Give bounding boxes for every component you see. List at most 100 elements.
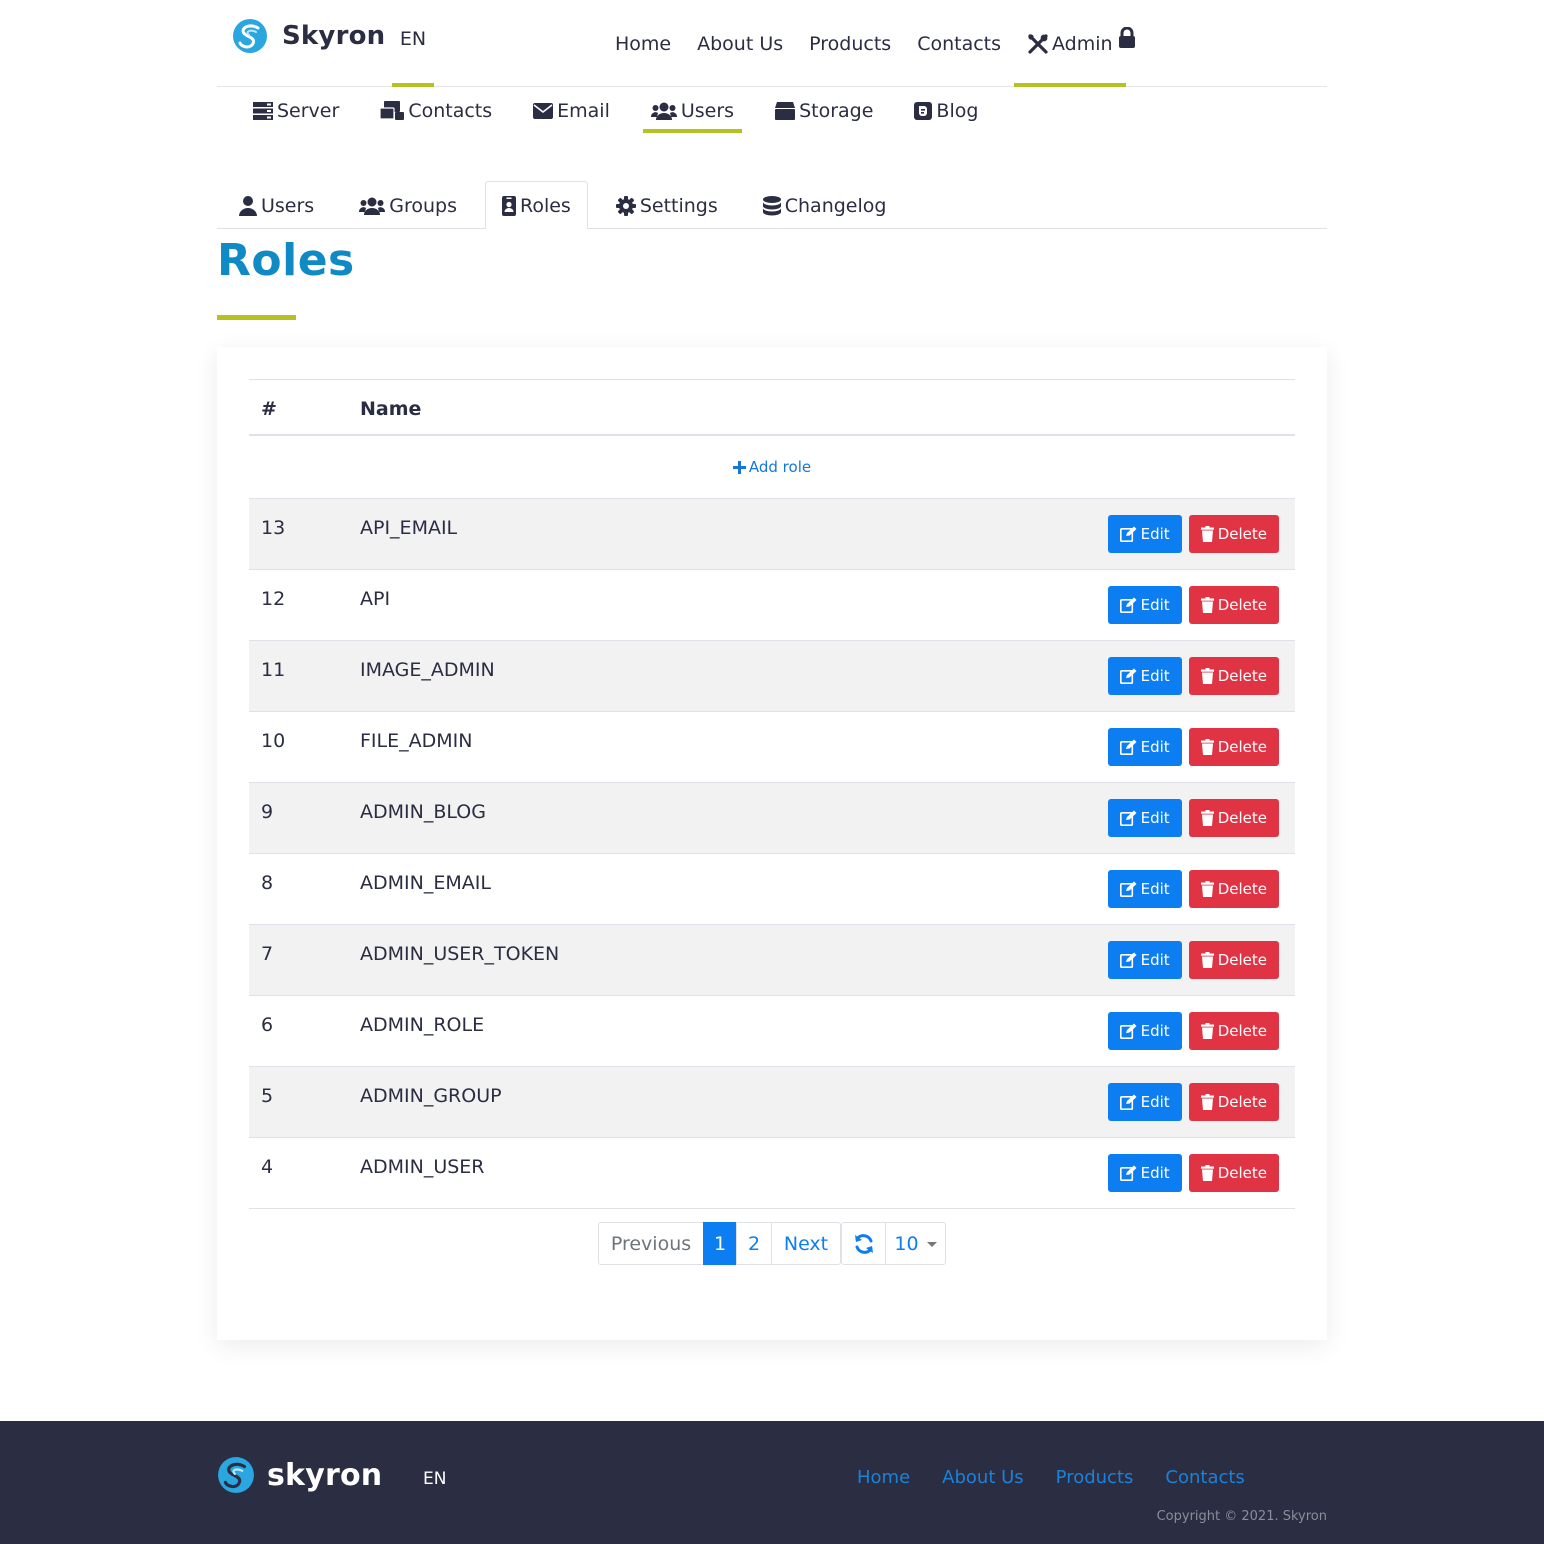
user-icon [239, 195, 257, 216]
tab-roles-label: Roles [519, 194, 571, 217]
nav-products-label: Products [809, 32, 892, 55]
subnav-storage[interactable]: Storage [767, 88, 881, 133]
nav-admin-label: Admin [1052, 32, 1113, 55]
brand-logo[interactable]: Skyron [232, 18, 385, 54]
subnav-contacts[interactable]: Contacts [372, 88, 500, 133]
delete-button[interactable]: Delete [1188, 870, 1279, 908]
role-name: ADMIN_USER [360, 1156, 485, 1178]
table-row: 8 ADMIN_EMAIL Edit Delete [249, 854, 1295, 925]
edit-button[interactable]: Edit [1107, 1083, 1182, 1121]
refresh-button[interactable] [841, 1222, 886, 1265]
edit-button[interactable]: Edit [1107, 799, 1182, 837]
delete-button[interactable]: Delete [1188, 1012, 1279, 1050]
trash-icon [1200, 1165, 1214, 1181]
subnav-users[interactable]: Users [642, 88, 743, 133]
trash-icon [1200, 810, 1214, 826]
delete-button[interactable]: Delete [1188, 1154, 1279, 1192]
subnav-blog[interactable]: Blog [906, 88, 986, 133]
tab-settings[interactable]: Settings [599, 181, 735, 229]
nav-contacts[interactable]: Contacts [904, 0, 1014, 87]
role-name: ADMIN_GROUP [360, 1085, 502, 1107]
subnav-contacts-label: Contacts [408, 99, 493, 122]
edit-button-label: Edit [1140, 596, 1170, 614]
skyron-logo-icon [233, 19, 267, 53]
role-id: 10 [261, 730, 286, 752]
tab-users[interactable]: Users [222, 181, 331, 229]
footer-link-home[interactable]: Home [857, 1467, 910, 1488]
footer-language[interactable]: EN [423, 1469, 446, 1489]
users-icon [359, 197, 386, 215]
trash-icon [1200, 1023, 1214, 1039]
caret-down-icon [926, 1242, 937, 1247]
roles-card: # Name Add role 13 API_EMAIL Edit Delete 12 A… [217, 347, 1327, 1340]
edit-button[interactable]: Edit [1107, 586, 1182, 624]
edit-button[interactable]: Edit [1107, 728, 1182, 766]
footer: skyron EN Home About Us Products Contact… [0, 1421, 1544, 1544]
row-actions: Edit Delete [1107, 941, 1279, 979]
nav-admin[interactable]: Admin [1014, 0, 1126, 87]
refresh-icon [854, 1233, 873, 1254]
tab-changelog-label: Changelog [784, 194, 887, 217]
edit-button-label: Edit [1140, 1093, 1170, 1111]
archive-icon [775, 101, 796, 120]
nav-about-label: About Us [697, 32, 784, 55]
footer-link-products[interactable]: Products [1056, 1467, 1134, 1488]
column-header-name[interactable]: Name [360, 398, 421, 420]
users-tabs: Users Groups Roles Settings Changelog [217, 181, 1327, 229]
edit-button[interactable]: Edit [1107, 515, 1182, 553]
delete-button[interactable]: Delete [1188, 799, 1279, 837]
lock-icon[interactable] [1117, 27, 1137, 49]
delete-button-label: Delete [1217, 667, 1267, 685]
add-role-link[interactable]: Add role [732, 458, 812, 476]
edit-button[interactable]: Edit [1107, 1012, 1182, 1050]
edit-button[interactable]: Edit [1107, 657, 1182, 695]
footer-brand-name: skyron [267, 1457, 383, 1493]
edit-icon [1119, 1094, 1137, 1110]
delete-button-label: Delete [1217, 1022, 1267, 1040]
pagination-next[interactable]: Next [771, 1222, 841, 1265]
trash-icon [1200, 739, 1214, 755]
blog-icon [914, 101, 933, 120]
footer-link-about-us[interactable]: About Us [942, 1467, 1024, 1488]
table-row: 5 ADMIN_GROUP Edit Delete [249, 1067, 1295, 1138]
id-badge-icon [501, 195, 516, 216]
subnav-blog-label: Blog [936, 99, 979, 122]
delete-button[interactable]: Delete [1188, 728, 1279, 766]
pagination-page-2[interactable]: 2 [736, 1222, 772, 1265]
edit-button[interactable]: Edit [1107, 941, 1182, 979]
tab-changelog[interactable]: Changelog [746, 181, 904, 229]
trash-icon [1200, 526, 1214, 542]
edit-button-label: Edit [1140, 880, 1170, 898]
table-row: 7 ADMIN_USER_TOKEN Edit Delete [249, 925, 1295, 996]
role-id: 8 [261, 872, 274, 894]
edit-button[interactable]: Edit [1107, 870, 1182, 908]
delete-button[interactable]: Delete [1188, 586, 1279, 624]
nav-products[interactable]: Products [796, 0, 904, 87]
subnav-server[interactable]: Server [245, 88, 347, 133]
page-size-dropdown[interactable]: 10 [885, 1222, 946, 1265]
edit-button-label: Edit [1140, 1022, 1170, 1040]
delete-button[interactable]: Delete [1188, 1083, 1279, 1121]
role-id: 4 [261, 1156, 274, 1178]
delete-button[interactable]: Delete [1188, 657, 1279, 695]
role-name: ADMIN_EMAIL [360, 872, 491, 894]
column-header-id[interactable]: # [261, 398, 277, 420]
tab-roles[interactable]: Roles [484, 181, 588, 229]
nav-about-us[interactable]: About Us [684, 0, 796, 87]
footer-link-contacts[interactable]: Contacts [1165, 1467, 1244, 1488]
pagination-previous[interactable]: Previous [598, 1222, 704, 1265]
subnav-email[interactable]: Email [525, 88, 618, 133]
table-row: 12 API Edit Delete [249, 570, 1295, 641]
nav-home[interactable]: Home [602, 0, 684, 87]
add-role-row: Add role [249, 436, 1295, 499]
footer-brand[interactable]: skyron [217, 1456, 382, 1494]
language-switcher[interactable]: EN [392, 0, 434, 87]
delete-button[interactable]: Delete [1188, 515, 1279, 553]
pagination-page-1[interactable]: 1 [703, 1222, 737, 1265]
edit-button[interactable]: Edit [1107, 1154, 1182, 1192]
add-role-label: Add role [748, 458, 812, 476]
delete-button[interactable]: Delete [1188, 941, 1279, 979]
role-name: API_EMAIL [360, 517, 458, 539]
delete-button-label: Delete [1217, 738, 1267, 756]
tab-groups[interactable]: Groups [342, 181, 474, 229]
